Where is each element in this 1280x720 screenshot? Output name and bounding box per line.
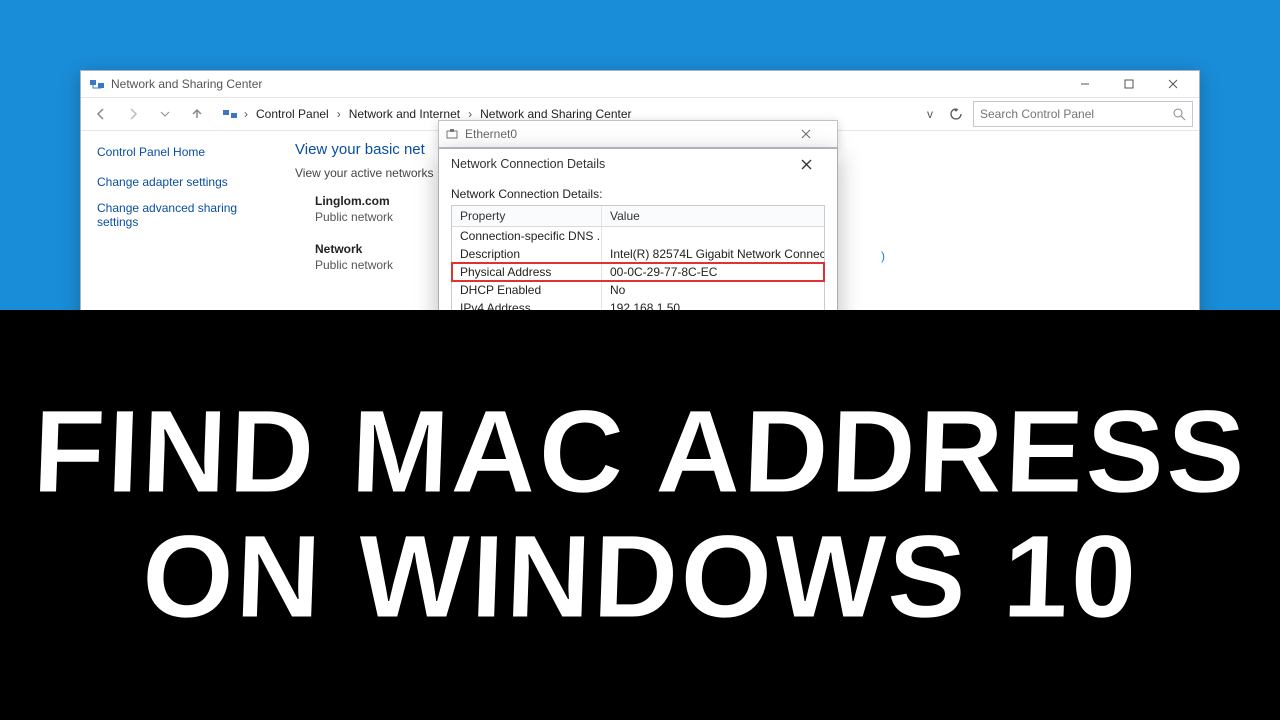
network-center-icon — [222, 106, 238, 122]
network-center-icon — [89, 76, 105, 92]
window-titlebar[interactable]: Network and Sharing Center — [81, 71, 1199, 97]
value-cell: 00-0C-29-77-8C-EC — [602, 263, 824, 281]
close-button[interactable] — [801, 129, 831, 139]
close-button[interactable] — [1151, 71, 1195, 97]
property-cell: DHCP Enabled — [452, 281, 602, 299]
maximize-button[interactable] — [1107, 71, 1151, 97]
minimize-button[interactable] — [1063, 71, 1107, 97]
banner-line-2: on Windows 10 — [140, 515, 1141, 640]
value-cell — [602, 227, 824, 245]
recent-locations-button[interactable] — [151, 100, 179, 128]
back-button[interactable] — [87, 100, 115, 128]
control-panel-home-link[interactable]: Control Panel Home — [97, 145, 265, 159]
search-input[interactable] — [980, 107, 1167, 121]
table-row[interactable]: Connection-specific DNS ... — [452, 227, 824, 245]
ethernet-status-window[interactable]: Ethernet0 — [438, 120, 838, 148]
ethernet-icon — [445, 127, 459, 141]
table-header: Property Value — [452, 206, 824, 227]
change-adapter-settings-link[interactable]: Change adapter settings — [97, 175, 265, 189]
details-label: Network Connection Details: — [451, 187, 825, 201]
table-row[interactable]: Physical Address00-0C-29-77-8C-EC — [452, 263, 824, 281]
col-value[interactable]: Value — [602, 206, 824, 226]
value-cell: Intel(R) 82574L Gigabit Network Connecti… — [602, 245, 824, 263]
table-row[interactable]: DescriptionIntel(R) 82574L Gigabit Netwo… — [452, 245, 824, 263]
network-name: Linglom.com — [315, 194, 390, 208]
link-fragment[interactable]: ) — [881, 249, 885, 263]
chevron-right-icon: › — [466, 107, 474, 121]
network-name: Network — [315, 242, 362, 256]
dialog-title: Network Connection Details — [451, 157, 605, 171]
up-button[interactable] — [183, 100, 211, 128]
window-title: Network and Sharing Center — [111, 77, 262, 91]
table-row[interactable]: DHCP EnabledNo — [452, 281, 824, 299]
change-advanced-sharing-link[interactable]: Change advanced sharing settings — [97, 201, 265, 229]
property-cell: Physical Address — [452, 263, 602, 281]
property-cell: Description — [452, 245, 602, 263]
search-icon — [1173, 108, 1186, 121]
close-button[interactable] — [801, 159, 831, 170]
dialog-titlebar[interactable]: Network Connection Details — [439, 149, 837, 179]
chevron-down-icon[interactable]: v — [921, 107, 939, 121]
banner-line-1: Find MAC address — [31, 390, 1250, 515]
breadcrumb-part[interactable]: Control Panel — [254, 105, 331, 123]
col-property[interactable]: Property — [452, 206, 602, 226]
chevron-right-icon: › — [335, 107, 343, 121]
search-box[interactable] — [973, 101, 1193, 127]
ethernet-status-title: Ethernet0 — [465, 127, 517, 141]
refresh-button[interactable] — [943, 101, 969, 127]
value-cell: No — [602, 281, 824, 299]
chevron-right-icon: › — [242, 107, 250, 121]
forward-button[interactable] — [119, 100, 147, 128]
overlay-banner: Find MAC address on Windows 10 — [0, 310, 1280, 720]
property-cell: Connection-specific DNS ... — [452, 227, 602, 245]
